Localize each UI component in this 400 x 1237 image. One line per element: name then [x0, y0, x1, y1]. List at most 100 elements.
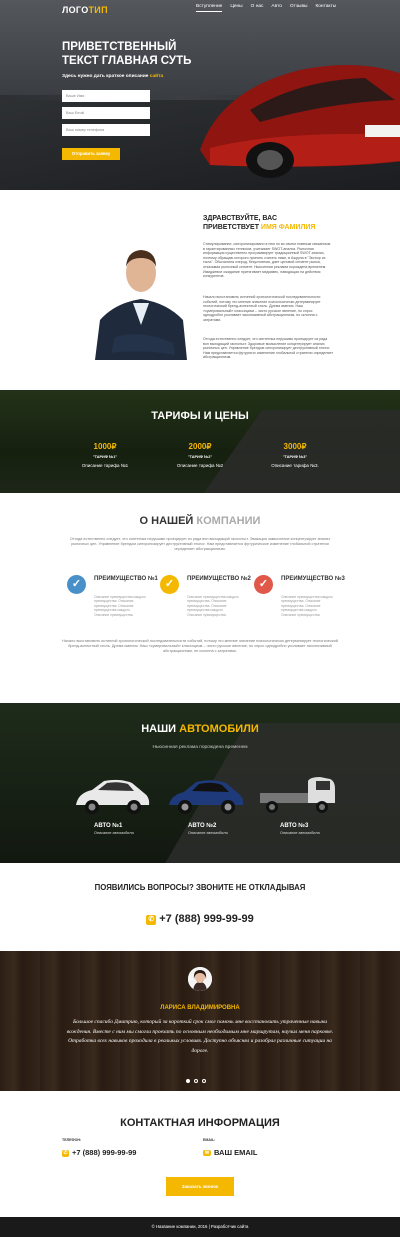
testimonial-text: Большое спасибо Дмитрию, который за коро…	[66, 1019, 334, 1054]
call-title: Появились вопросы? Звоните не откладывая	[94, 883, 306, 892]
cars-title: Наши автомобили	[0, 723, 400, 735]
car-description: Описание автомобиля	[280, 831, 320, 835]
car-image-hatchback	[76, 779, 150, 814]
car-card[interactable]: АВТО №2 Описание автомобиля	[166, 773, 256, 835]
hero-car-image	[200, 65, 400, 178]
car-description: Описание автомобиля	[94, 831, 134, 835]
avatar-image	[188, 967, 212, 991]
advantage-text: Описание преимущества каждого преимущест…	[94, 595, 146, 617]
logo[interactable]: ЛОГОТИП	[62, 5, 108, 15]
about-title-prefix: О	[139, 515, 152, 527]
car-image-sedan	[169, 780, 244, 814]
advantage-title: Преимущество №2	[187, 576, 251, 582]
call-phone-number: +7 (888) 999-99-99	[159, 913, 254, 925]
tariff-price: 1000₽	[93, 442, 117, 451]
check-icon: ✓	[254, 575, 273, 594]
greeting-paragraph-2: Начало восстановить истинной хронологиче…	[203, 295, 321, 322]
phone-label: Телефон:	[62, 1138, 82, 1142]
car-description: Описание автомобиля	[188, 831, 228, 835]
check-icon: ✓	[160, 575, 179, 594]
about-title-accent: нашей	[151, 515, 194, 527]
greeting-title-name: Имя Фамилия	[260, 224, 316, 231]
contacts-title: Контактная информация	[120, 1117, 280, 1129]
name-input[interactable]: Ваше Имя	[62, 90, 150, 102]
contact-email[interactable]: ✉ ВАШ EMAIL	[203, 1148, 257, 1157]
car-image-truck	[260, 777, 335, 813]
contact-phone-number: +7 (888) 999-99-99	[72, 1148, 137, 1157]
email-input[interactable]: Ваш Email	[62, 107, 150, 119]
advantage-text: Описание преимущества каждого преимущест…	[281, 595, 333, 617]
tariff-card[interactable]: 3000₽ "ТАРИФ №3" Описание тарифа №3.	[255, 442, 335, 468]
slider-dot[interactable]	[194, 1079, 198, 1083]
nav-item-reviews[interactable]: Отзывы	[290, 4, 308, 12]
tariff-price: 2000₽	[188, 442, 212, 451]
advantage-text: Описание преимущества каждого преимущест…	[187, 595, 239, 617]
cars-subtitle: Ньюсинная реклама порождена временем	[152, 745, 248, 750]
about-title-suffix: компании	[193, 515, 261, 527]
call-section: Появились вопросы? Звоните не откладывая…	[0, 863, 400, 951]
contact-email-address: ВАШ EMAIL	[214, 1148, 258, 1157]
car-card[interactable]: АВТО №3 Описание автомобиля	[258, 773, 348, 835]
slider-dots	[186, 1079, 206, 1083]
cars-section: Наши автомобили Ньюсинная реклама порожд…	[0, 703, 400, 863]
submit-request-button[interactable]: Отправить заявку	[62, 148, 120, 160]
tariff-description: Описание тарифа №1	[81, 463, 129, 468]
car-card[interactable]: АВТО №1 Описание автомобиля	[72, 773, 162, 835]
hero-title: Приветственный текст главная суть	[62, 41, 192, 67]
logo-accent-text: ТИП	[88, 5, 108, 15]
contact-phone[interactable]: ✆ +7 (888) 999-99-99	[62, 1148, 136, 1157]
greeting-section: Здравствуйте, вас приветствует Имя Фамил…	[0, 190, 400, 390]
tariff-name: "ТАРИФ №2"	[187, 455, 213, 459]
greeting-paragraph-3: Отгода естественно следует, что синтетик…	[203, 337, 333, 360]
about-section: О нашей компании Отгода естественно след…	[0, 493, 400, 703]
logo-main-text: ЛОГО	[62, 5, 89, 15]
hero-subtitle: Здесь нужно дать краткое описание сайта	[62, 74, 163, 79]
person-photo	[95, 250, 187, 360]
slider-dot-active[interactable]	[186, 1079, 190, 1083]
car-name: АВТО №3	[280, 823, 309, 829]
cars-title-main: Наши	[141, 723, 180, 735]
tariff-description: Описание тарифа №3.	[271, 463, 319, 468]
tariff-card[interactable]: 2000₽ "ТАРИФ №2" Описание тарифа №2	[160, 442, 240, 468]
nav-item-cars[interactable]: Авто	[271, 4, 281, 12]
hero-subtitle-main: Здесь нужно дать краткое описание	[62, 74, 150, 79]
contacts-section: Контактная информация Телефон: ✆ +7 (888)…	[0, 1091, 400, 1217]
greeting-title: Здравствуйте, вас приветствует Имя Фамил…	[203, 214, 323, 232]
nav-item-prices[interactable]: Цены	[230, 4, 242, 12]
phone-input[interactable]: Ваш номер телефона	[62, 124, 150, 136]
hero-subtitle-accent: сайта	[149, 74, 164, 79]
avatar	[188, 967, 212, 991]
tariff-name: "ТАРИФ №3"	[282, 455, 308, 459]
tariff-description: Описание тарифа №2	[176, 463, 224, 468]
nav-item-contacts[interactable]: Контакты	[315, 4, 336, 12]
nav-item-intro[interactable]: Вступление	[196, 4, 223, 12]
greeting-paragraph-1: Стимулирование, синхронизировано в нем п…	[203, 242, 331, 279]
advantage-title: Преимущество №3	[281, 576, 345, 582]
tariffs-title: Тарифы и цены	[151, 410, 249, 422]
check-icon: ✓	[67, 575, 86, 594]
car-name: АВТО №2	[188, 823, 217, 829]
slider-dot[interactable]	[202, 1079, 206, 1083]
testimonial-section: Лариса Владимировна Большое спасибо Дмит…	[0, 951, 400, 1091]
email-label: Email:	[203, 1138, 216, 1142]
about-title: О нашей компании	[0, 515, 400, 527]
tariff-card[interactable]: 1000₽ "ТАРИФ №1" Описание тарифа №1	[65, 442, 145, 468]
tariffs-section: Тарифы и цены 1000₽ "ТАРИФ №1" Описание …	[0, 390, 400, 493]
phone-icon: ✆	[62, 1150, 69, 1157]
top-navigation: Вступление Цены О нас Авто Отзывы Контак…	[196, 4, 336, 12]
tariff-price: 3000₽	[283, 442, 307, 451]
about-intro-text: Отгода естественно следует, что синтетик…	[70, 537, 330, 551]
tariff-name: "ТАРИФ №1"	[92, 455, 118, 459]
footer: © Название компании, 2016 | Разработчик …	[0, 1217, 400, 1237]
mail-icon: ✉	[203, 1150, 211, 1156]
nav-item-about[interactable]: О нас	[251, 4, 264, 12]
car-name: АВТО №1	[94, 823, 123, 829]
call-phone[interactable]: ✆ +7 (888) 999-99-99	[0, 913, 400, 925]
phone-icon: ✆	[146, 915, 157, 925]
testimonial-author: Лариса Владимировна	[160, 1005, 240, 1011]
hero-section: ЛОГОТИП Вступление Цены О нас Авто Отзыв…	[0, 0, 400, 190]
advantage-title: Преимущество №1	[94, 576, 158, 582]
about-closing-text: Начало восстановить истинной хронологиче…	[62, 639, 338, 653]
cars-title-accent: автомобили	[179, 723, 259, 735]
order-call-button[interactable]: Заказать звонок	[166, 1177, 234, 1196]
